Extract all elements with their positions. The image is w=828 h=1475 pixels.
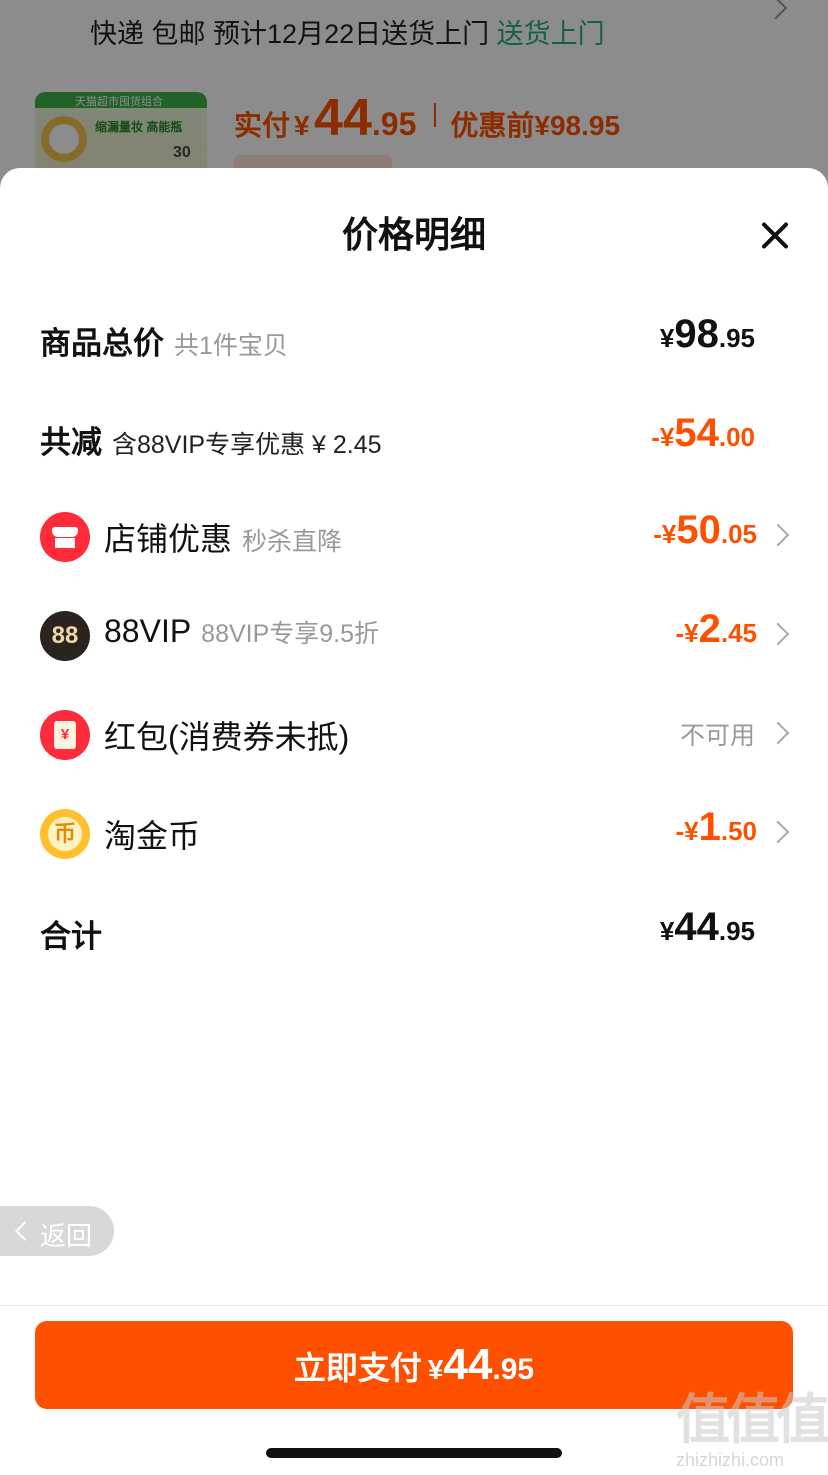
back-label: 返回 <box>40 1221 93 1251</box>
coin-label: 淘金币 <box>104 818 201 854</box>
coin-amount: -¥1.50 <box>675 805 757 850</box>
red-envelope-symbol: ¥ <box>54 721 76 749</box>
chevron-right-icon <box>766 820 790 844</box>
total-amount: ¥98.95 <box>660 312 755 357</box>
sum-amount: ¥44.95 <box>660 905 755 950</box>
total-label-text: 商品总价 <box>40 326 164 361</box>
total-yen: ¥ <box>659 323 675 353</box>
home-indicator[interactable] <box>266 1448 562 1458</box>
vip-int: 2 <box>698 607 721 651</box>
row-store-discount[interactable]: 店铺优惠 秒杀直降 -¥50.05 <box>0 504 828 564</box>
coin-yen: -¥ <box>675 816 699 846</box>
store-yen: -¥ <box>653 519 677 549</box>
total-dec: .95 <box>718 323 755 353</box>
pay-dec: .95 <box>492 1353 535 1386</box>
chevron-right-icon <box>766 523 790 547</box>
sum-label: 合计 <box>40 919 102 954</box>
pay-yen: ¥ <box>427 1354 444 1385</box>
store-sub: 秒杀直降 <box>242 528 343 556</box>
price-detail-sheet: 价格明细 商品总价 共1件宝贝 ¥98.95 共减 含88VIP专享优惠 ¥ 2.4… <box>0 168 828 1475</box>
redpacket-label: 红包(消费券未抵) <box>104 719 350 755</box>
reduce-sub: 含88VIP专享优惠 ¥ 2.45 <box>112 431 382 459</box>
total-sub: 共1件宝贝 <box>174 332 288 360</box>
vip-dec: .45 <box>720 618 757 648</box>
row-88vip-discount[interactable]: 88 88VIP 88VIP专享9.5折 -¥2.45 <box>0 603 828 663</box>
red-envelope-icon: ¥ <box>40 710 90 760</box>
pay-label: 立即支付 <box>293 1350 422 1386</box>
vip-sub: 88VIP专享9.5折 <box>201 620 380 648</box>
close-icon[interactable] <box>760 220 790 250</box>
sum-yen: ¥ <box>659 916 675 946</box>
row-sum: 合计 ¥44.95 <box>0 901 828 961</box>
row-total-price: 商品总价 共1件宝贝 ¥98.95 <box>0 308 828 368</box>
sum-dec: .95 <box>718 916 755 946</box>
vip-yen: -¥ <box>675 618 699 648</box>
reduce-label: 共减 含88VIP专享优惠 ¥ 2.45 <box>40 417 382 462</box>
reduce-amount: -¥54.00 <box>651 411 755 456</box>
store-label: 店铺优惠 秒杀直降 <box>104 514 342 560</box>
vip-label-text: 88VIP <box>104 613 192 649</box>
store-int: 50 <box>676 508 721 552</box>
redpacket-status: 不可用 <box>679 722 755 750</box>
sum-int: 44 <box>674 905 719 949</box>
reduce-label-text: 共减 <box>40 425 102 460</box>
row-total-reduction: 共减 含88VIP专享优惠 ¥ 2.45 -¥54.00 <box>0 407 828 467</box>
store-label-text: 店铺优惠 <box>104 521 233 557</box>
store-icon <box>40 512 90 562</box>
gold-coin-symbol: 币 <box>48 817 82 851</box>
store-amount: -¥50.05 <box>653 508 757 553</box>
gold-coin-icon: 币 <box>40 809 90 859</box>
store-dec: .05 <box>720 519 757 549</box>
store-body <box>55 538 75 548</box>
store-roof <box>52 527 78 537</box>
divider <box>0 1305 828 1306</box>
sheet-title: 价格明细 <box>341 214 486 255</box>
row-tao-coin[interactable]: 币 淘金币 -¥1.50 <box>0 801 828 861</box>
reduce-dec: .00 <box>718 422 755 452</box>
chevron-right-icon <box>766 622 790 646</box>
row-red-packet[interactable]: ¥ 红包(消费券未抵) 不可用 <box>0 702 828 762</box>
reduce-yen: -¥ <box>651 422 675 452</box>
chevron-right-icon <box>766 721 790 745</box>
back-button[interactable]: 返回 <box>0 1206 114 1256</box>
reduce-int: 54 <box>674 411 719 455</box>
coin-dec: .50 <box>720 816 757 846</box>
pay-int: 44 <box>443 1340 493 1389</box>
coin-int: 1 <box>698 805 721 849</box>
total-label: 商品总价 共1件宝贝 <box>40 318 288 363</box>
vip-icon: 88 <box>40 611 90 661</box>
watermark-logo: 值值值 <box>676 1390 828 1450</box>
vip-amount: -¥2.45 <box>675 607 757 652</box>
total-int: 98 <box>674 312 719 356</box>
watermark: 值值值 zhizhizhi.com <box>676 1390 828 1470</box>
chevron-left-icon <box>15 1221 35 1241</box>
watermark-site: zhizhizhi.com <box>676 1450 785 1470</box>
vip-label: 88VIP 88VIP专享9.5折 <box>104 613 379 650</box>
